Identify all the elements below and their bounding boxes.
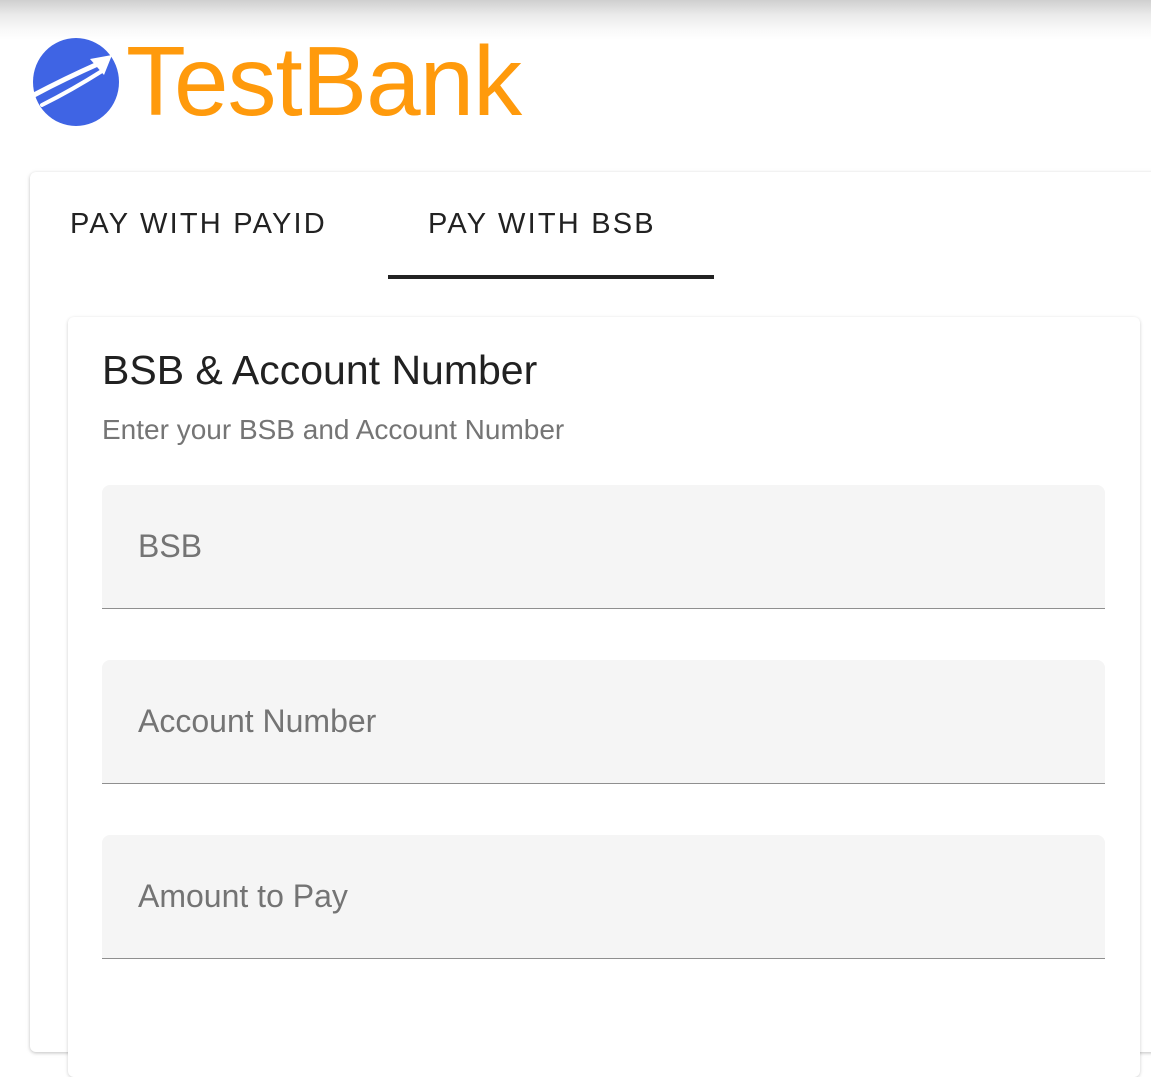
bsb-input[interactable]: [102, 485, 1105, 608]
header: TestBank: [30, 26, 522, 136]
account-number-input[interactable]: [102, 660, 1105, 783]
form-title: BSB & Account Number: [102, 347, 538, 393]
tab-pay-with-payid[interactable]: PAY WITH PAYID: [70, 208, 327, 241]
brand-name: TestBank: [126, 26, 522, 136]
active-tab-indicator: [388, 275, 714, 279]
payment-tabs: PAY WITH PAYID PAY WITH BSB: [30, 172, 830, 280]
tab-pay-with-bsb[interactable]: PAY WITH BSB: [428, 208, 656, 241]
amount-field: [102, 835, 1105, 959]
form-subtitle: Enter your BSB and Account Number: [102, 414, 565, 445]
bsb-form-panel: BSB & Account Number Enter your BSB and …: [68, 317, 1140, 1077]
paper-plane-globe-icon: [31, 38, 119, 126]
amount-input[interactable]: [102, 835, 1105, 958]
bsb-field: [102, 485, 1105, 609]
account-number-field: [102, 660, 1105, 784]
payment-card: PAY WITH PAYID PAY WITH BSB BSB & Accoun…: [30, 172, 1151, 1077]
